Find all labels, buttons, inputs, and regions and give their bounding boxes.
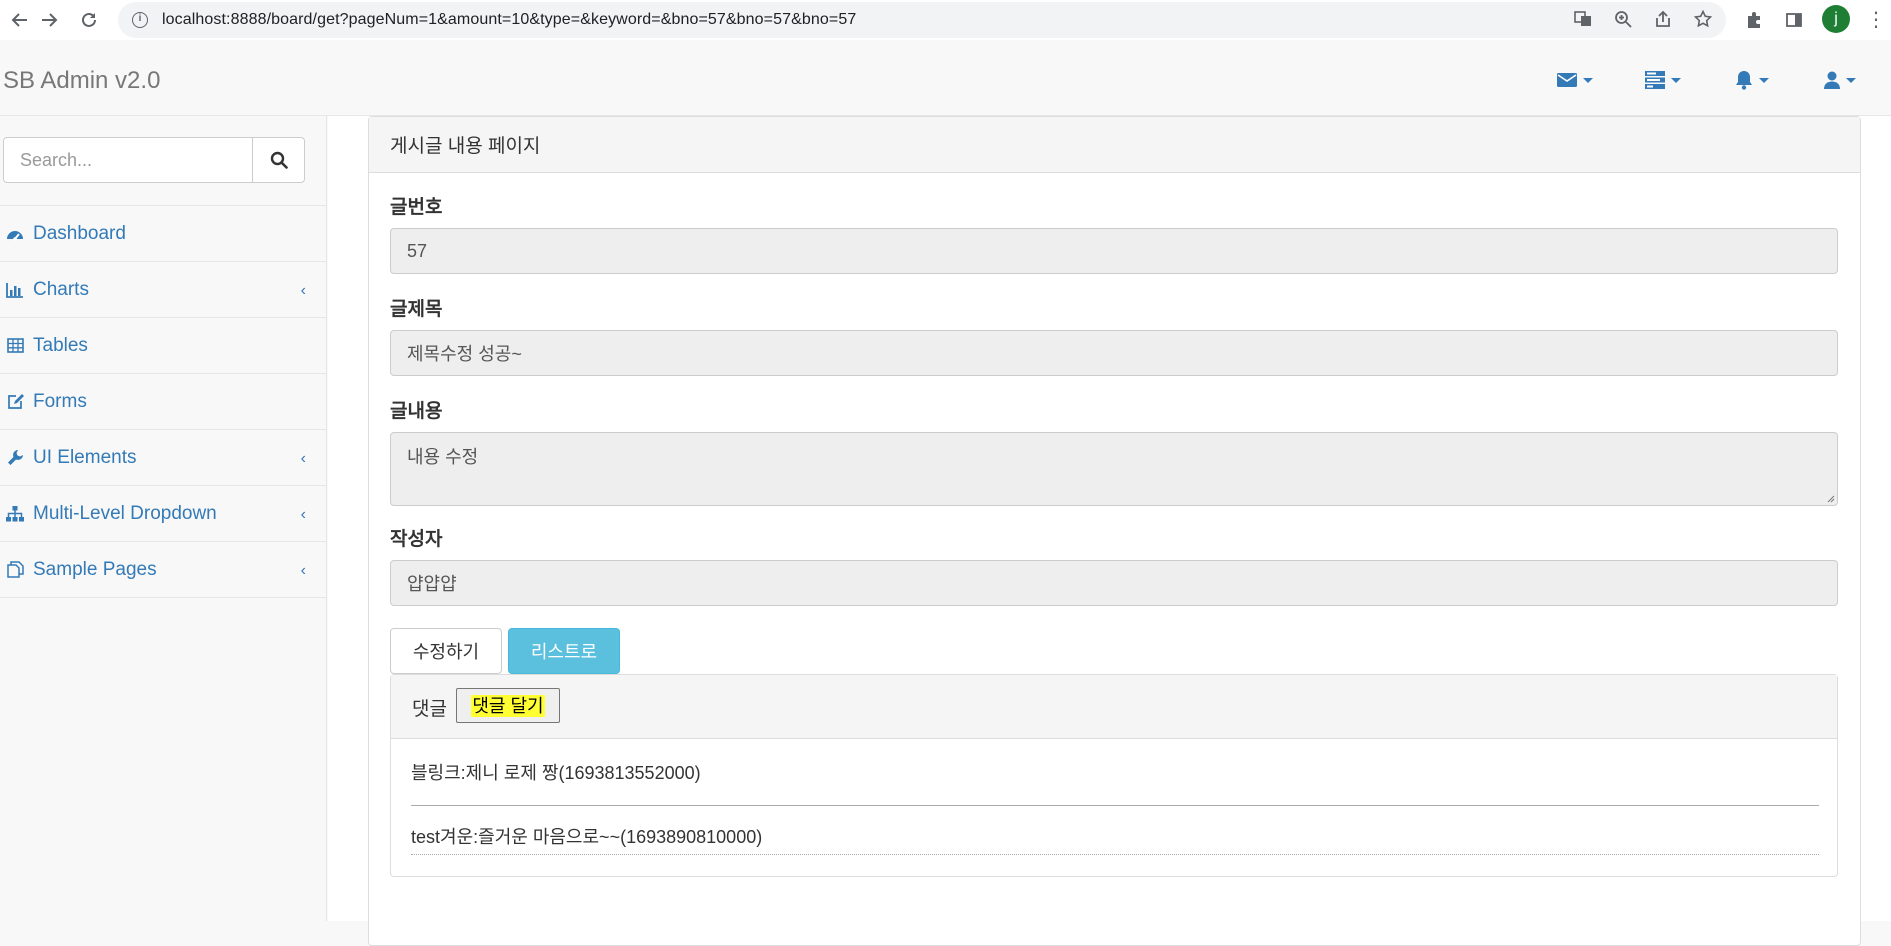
search-icon: [270, 151, 288, 169]
title-field[interactable]: 제목수정 성공~: [390, 330, 1838, 376]
wrench-icon: [5, 448, 25, 468]
sidebar: Dashboard Charts ‹ Tables Forms UI Ele: [0, 116, 327, 921]
top-navbar: SB Admin v2.0: [0, 40, 1891, 116]
reply-panel: 댓글 댓글 달기 블링크:제니 로제 짱(1693813552000) test…: [390, 674, 1838, 877]
caret-down-icon: [1671, 77, 1681, 83]
sidebar-menu: Dashboard Charts ‹ Tables Forms UI Eleme…: [0, 205, 326, 598]
sidebar-item-label: Sample Pages: [33, 558, 157, 580]
edit-icon: [5, 392, 25, 412]
reply-title: 댓글: [412, 699, 447, 720]
forward-icon[interactable]: [29, 0, 69, 40]
sidebar-item-tables[interactable]: Tables: [0, 318, 326, 374]
zoom-icon[interactable]: [1612, 8, 1634, 30]
add-reply-button[interactable]: 댓글 달기: [456, 688, 560, 723]
envelope-icon: [1557, 73, 1577, 87]
board-detail-panel: 게시글 내용 페이지 글번호 57 글제목 제목수정 성공~ 글내용 내용 수정…: [368, 116, 1861, 946]
caret-down-icon: [1846, 77, 1856, 83]
content-text: 내용 수정: [407, 447, 479, 467]
dashboard-icon: [5, 224, 25, 244]
browser-toolbar: i localhost:8888/board/get?pageNum=1&amo…: [0, 0, 1891, 40]
extensions-icon[interactable]: [1742, 8, 1766, 32]
add-reply-label: 댓글 달기: [471, 694, 545, 717]
menu-kebab-icon[interactable]: ⋮: [1866, 8, 1886, 32]
bno-label: 글번호: [390, 197, 443, 218]
panel-title: 게시글 내용 페이지: [369, 117, 1860, 173]
table-icon: [5, 336, 25, 356]
user-dropdown[interactable]: [1824, 68, 1856, 92]
content-label: 글내용: [390, 401, 443, 422]
reply-item[interactable]: 블링크:제니 로제 짱(1693813552000): [411, 757, 1819, 806]
sidebar-item-label: Dashboard: [33, 222, 126, 244]
search-input[interactable]: [3, 137, 253, 183]
site-info-icon[interactable]: i: [132, 12, 148, 28]
sidebar-item-multi-level-dropdown[interactable]: Multi-Level Dropdown ‹: [0, 486, 326, 542]
bar-chart-icon: [5, 280, 25, 300]
list-button[interactable]: 리스트로: [508, 628, 620, 674]
tasks-icon: [1645, 71, 1665, 89]
sidebar-item-dashboard[interactable]: Dashboard: [0, 206, 326, 262]
alerts-dropdown[interactable]: [1735, 68, 1769, 92]
writer-label: 작성자: [390, 529, 443, 550]
reply-heading: 댓글 댓글 달기: [391, 675, 1837, 739]
sidebar-item-label: Forms: [33, 390, 87, 412]
url-text: localhost:8888/board/get?pageNum=1&amoun…: [162, 11, 857, 28]
tasks-dropdown[interactable]: [1645, 68, 1681, 92]
modify-button[interactable]: 수정하기: [390, 628, 502, 674]
reply-list: 블링크:제니 로제 짱(1693813552000) test겨운:즐거운 마음…: [411, 757, 1819, 855]
translate-icon[interactable]: [1572, 8, 1594, 30]
share-icon[interactable]: [1652, 8, 1674, 30]
profile-avatar[interactable]: j: [1822, 5, 1850, 33]
chevron-left-icon: ‹: [300, 506, 306, 523]
files-icon: [5, 560, 25, 580]
search-button[interactable]: [252, 137, 305, 183]
caret-down-icon: [1759, 77, 1769, 83]
sidebar-item-ui-elements[interactable]: UI Elements ‹: [0, 430, 326, 486]
sidebar-item-label: Tables: [33, 334, 88, 356]
page-wrapper: 게시글 내용 페이지 글번호 57 글제목 제목수정 성공~ 글내용 내용 수정…: [328, 116, 1891, 946]
content-textarea[interactable]: 내용 수정: [390, 432, 1838, 506]
chevron-left-icon: ‹: [300, 450, 306, 467]
resize-handle-icon[interactable]: [1825, 493, 1835, 503]
writer-field[interactable]: 얍얍얍: [390, 560, 1838, 606]
bookmark-star-icon[interactable]: [1692, 8, 1714, 30]
sidebar-item-charts[interactable]: Charts ‹: [0, 262, 326, 318]
bno-field[interactable]: 57: [390, 228, 1838, 274]
sidebar-item-label: Multi-Level Dropdown: [33, 502, 217, 524]
reply-item[interactable]: test겨운:즐거운 마음으로~~(1693890810000): [411, 806, 1819, 855]
sidebar-item-label: Charts: [33, 278, 89, 300]
bell-icon: [1736, 71, 1752, 90]
user-icon: [1824, 71, 1840, 89]
messages-dropdown[interactable]: [1557, 68, 1593, 92]
caret-down-icon: [1583, 77, 1593, 83]
reload-icon[interactable]: [69, 0, 109, 40]
sitemap-icon: [5, 504, 25, 524]
address-bar[interactable]: i localhost:8888/board/get?pageNum=1&amo…: [118, 2, 1726, 38]
sidebar-item-label: UI Elements: [33, 446, 137, 468]
sidebar-search: [3, 137, 305, 183]
sidebar-item-forms[interactable]: Forms: [0, 374, 326, 430]
chevron-left-icon: ‹: [300, 562, 306, 579]
side-panel-icon[interactable]: [1782, 8, 1806, 32]
brand-title[interactable]: SB Admin v2.0: [3, 67, 160, 95]
chevron-left-icon: ‹: [300, 282, 306, 299]
title-label: 글제목: [390, 299, 443, 320]
sidebar-item-sample-pages[interactable]: Sample Pages ‹: [0, 542, 326, 598]
